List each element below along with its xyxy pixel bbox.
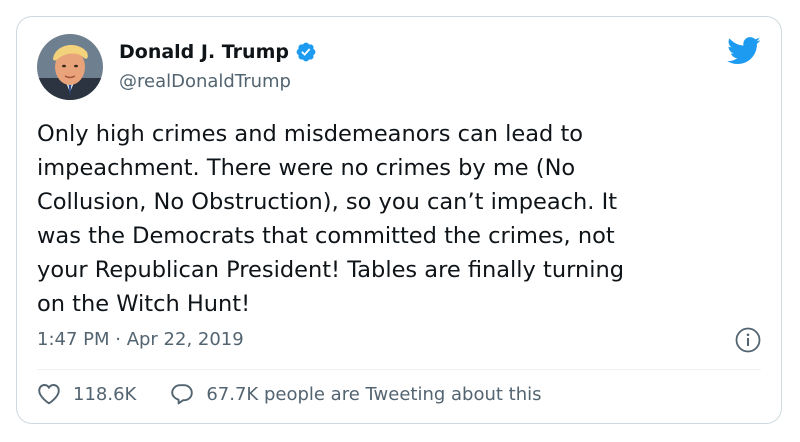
author-name-row: Donald J. Trump: [119, 41, 317, 63]
like-count: 118.6K: [73, 383, 137, 405]
like-button[interactable]: 118.6K: [37, 383, 136, 405]
avatar[interactable]: [37, 34, 103, 100]
profile-photo: [37, 34, 103, 100]
tweeting-about-text: 67.7K people are Tweeting about this: [206, 383, 542, 405]
tweet-timestamp[interactable]: 1:47 PM · Apr 22, 2019: [37, 329, 244, 350]
tweet-text: Only high crimes and misdemeanors can le…: [37, 121, 625, 317]
author-handle[interactable]: @realDonaldTrump: [119, 71, 291, 92]
tweet-card: Donald J. Trump @realDonaldTrump Only hi…: [16, 16, 782, 424]
speech-bubble-icon: [170, 383, 194, 405]
divider: [37, 369, 761, 370]
engagement-bar: 118.6K 67.7K people are Tweeting about t…: [37, 383, 542, 405]
verified-badge-icon: [295, 41, 317, 63]
heart-icon: [37, 383, 61, 405]
tweeting-about-link[interactable]: 67.7K people are Tweeting about this: [170, 383, 542, 405]
info-icon[interactable]: [735, 327, 761, 353]
author-display-name[interactable]: Donald J. Trump: [119, 41, 289, 63]
twitter-bird-icon[interactable]: [727, 37, 761, 65]
